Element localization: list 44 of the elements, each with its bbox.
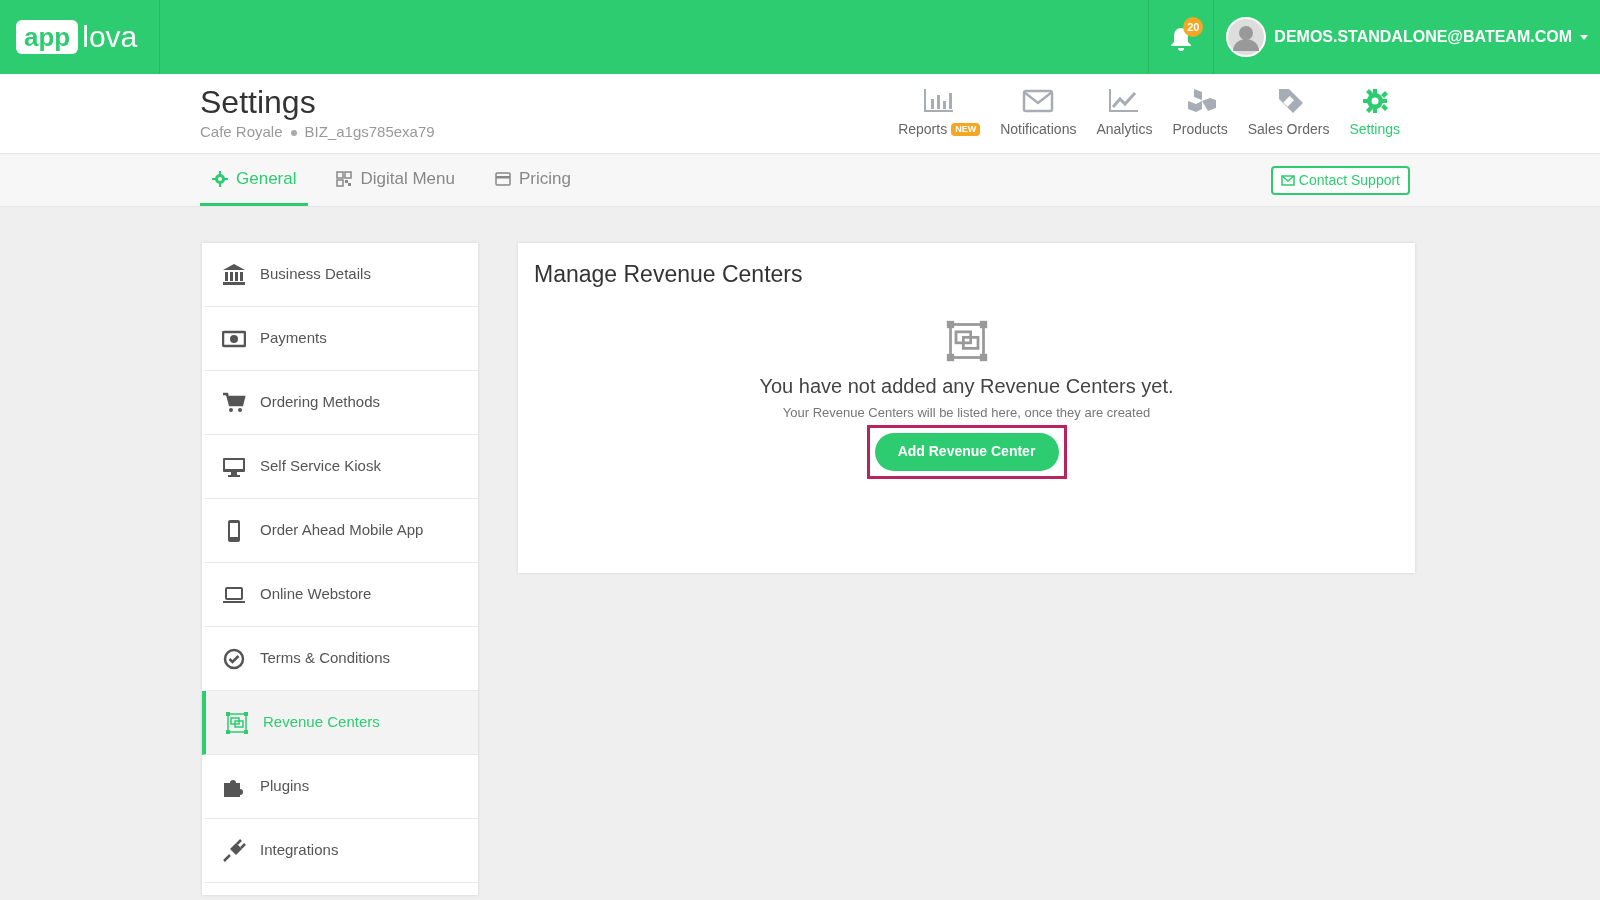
nav-label: Settings bbox=[1349, 120, 1400, 139]
dot-separator bbox=[290, 129, 297, 136]
nav-item[interactable]: Sales Orders bbox=[1247, 87, 1330, 140]
sidebar-item[interactable]: Ordering Methods bbox=[202, 371, 478, 435]
bank-icon bbox=[222, 262, 246, 287]
sidebar-item[interactable]: Plugins bbox=[202, 755, 478, 819]
settings-icon bbox=[212, 170, 228, 187]
business-id: BIZ_a1gs785exa79 bbox=[304, 122, 435, 143]
nav-label: Notifications bbox=[1000, 120, 1077, 139]
cart-icon bbox=[222, 390, 246, 415]
tab[interactable]: Pricing bbox=[483, 154, 583, 206]
new-badge: NEW bbox=[951, 122, 981, 137]
avatar-icon bbox=[1226, 17, 1267, 57]
empty-state-subtitle: Your Revenue Centers will be listed here, once they are created bbox=[782, 404, 1151, 422]
nav-item[interactable]: Reports NEW bbox=[898, 87, 981, 140]
nav-item[interactable]: Notifications bbox=[1000, 87, 1077, 140]
check-circle-icon bbox=[222, 646, 246, 671]
credit-card-icon bbox=[495, 170, 511, 187]
sidebar-item[interactable]: Business Details bbox=[202, 243, 478, 307]
nav-item[interactable]: Products bbox=[1172, 87, 1228, 140]
qr-code-icon bbox=[336, 170, 353, 187]
tab[interactable]: Digital Menu bbox=[324, 154, 467, 206]
bar-chart-icon bbox=[923, 87, 956, 115]
nav-label: Sales Orders bbox=[1247, 120, 1330, 139]
sidebar-item[interactable]: Online Webstore bbox=[202, 563, 478, 627]
page-title: Settings bbox=[200, 83, 317, 122]
panel-title: Manage Revenue Centers bbox=[534, 260, 804, 289]
nav-label: Reports bbox=[898, 120, 948, 139]
envelope-icon bbox=[1280, 174, 1295, 186]
frame-squares-icon bbox=[225, 710, 249, 735]
sidebar-item[interactable]: Order Ahead Mobile App bbox=[202, 499, 478, 563]
business-name: Cafe Royale bbox=[200, 122, 283, 143]
line-chart-icon bbox=[1108, 87, 1141, 115]
caret-down-icon bbox=[1580, 34, 1588, 40]
sidebar-item[interactable]: Payments bbox=[202, 307, 478, 371]
empty-state-title: You have not added any Revenue Centers yet. bbox=[759, 374, 1174, 399]
nav-label: Products bbox=[1172, 120, 1228, 139]
sidebar-item[interactable]: Terms & Conditions bbox=[202, 627, 478, 691]
sidebar-item[interactable]: Self Service Kiosk bbox=[202, 435, 478, 499]
nav-label: Analytics bbox=[1096, 120, 1153, 139]
notification-count-badge: 20 bbox=[1183, 17, 1204, 37]
nav-item[interactable]: Analytics bbox=[1096, 87, 1153, 140]
envelope-icon bbox=[1022, 87, 1055, 115]
sidebar-item[interactable]: Integrations bbox=[202, 819, 478, 883]
